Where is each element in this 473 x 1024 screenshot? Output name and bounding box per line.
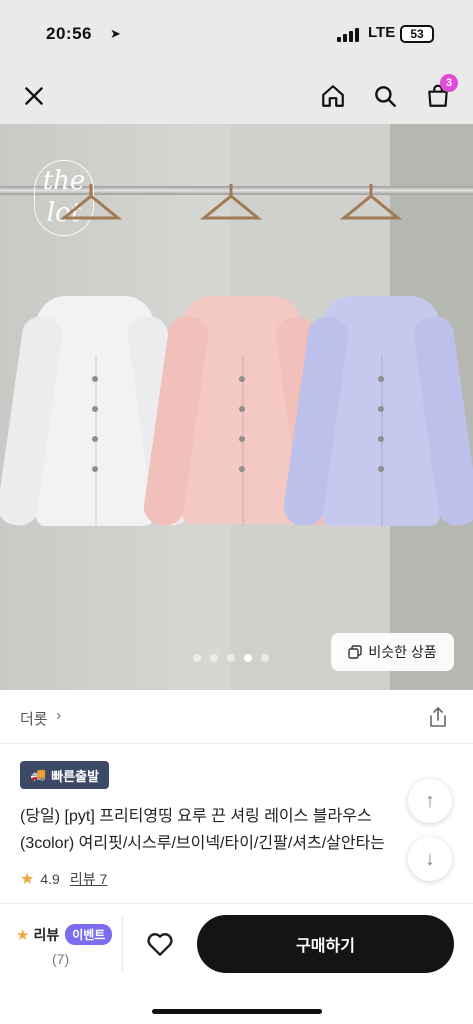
chevron-right-icon: › <box>56 707 62 724</box>
hanger-icon <box>59 184 123 220</box>
white-blouse <box>0 296 195 528</box>
arrow-down-icon: ↓ <box>425 847 435 870</box>
buy-button[interactable]: 구매하기 <box>197 915 454 973</box>
scroll-up-button[interactable]: ↑ <box>408 779 452 823</box>
star-icon: ★ <box>16 926 30 944</box>
location-arrow-icon: ➤ <box>110 26 121 41</box>
product-image-gallery[interactable]: the lot 비슷한 상품 <box>0 124 473 690</box>
star-icon: ★ <box>20 871 35 888</box>
pagination-dot[interactable] <box>210 654 218 662</box>
pagination-dot[interactable] <box>227 654 235 662</box>
truck-icon: 🚚 <box>30 767 47 782</box>
cart-count-badge: 3 <box>440 74 458 92</box>
scroll-down-button[interactable]: ↓ <box>408 837 452 881</box>
product-title-line2: (3color) 여리핏/시스루/브이넥/타이/긴팔/셔츠/살안타는 <box>20 835 386 852</box>
product-title-line1: (당일) [pyt] 프리티영띵 요루 끈 셔링 레이스 블라우스 <box>20 808 372 825</box>
review-summary-button[interactable]: ★ 리뷰 이벤트 (7) <box>16 924 126 974</box>
fast-shipping-label: 빠른출발 <box>51 768 100 784</box>
search-button[interactable] <box>367 78 403 114</box>
hanger-icon <box>199 184 263 220</box>
top-bar: 20:56 ➤ LTE 53 3 <box>0 0 473 124</box>
bottom-action-bar: ★ 리뷰 이벤트 (7) 구매하기 <box>0 903 473 1024</box>
home-icon <box>322 85 344 107</box>
brand-name-link[interactable]: 더롯 <box>20 708 48 729</box>
pagination-dot-active[interactable] <box>244 654 252 662</box>
gallery-pagination <box>193 654 269 662</box>
brand-row: 더롯 › <box>0 690 473 744</box>
divider <box>122 916 123 972</box>
nav-bar: 3 <box>0 70 473 124</box>
similar-products-label: 비슷한 상품 <box>368 644 437 660</box>
pagination-dot[interactable] <box>193 654 201 662</box>
pink-blouse <box>141 296 343 528</box>
home-indicator <box>152 1009 322 1014</box>
signal-icon <box>337 28 361 42</box>
reviews-link[interactable]: 리뷰 7 <box>70 869 107 889</box>
cart-button[interactable]: 3 <box>420 74 458 114</box>
battery-icon: 53 <box>400 25 434 43</box>
event-badge: 이벤트 <box>65 924 113 945</box>
pagination-dot[interactable] <box>261 654 269 662</box>
product-rating: ★ 4.9 리뷰 7 <box>20 869 107 889</box>
review-count: (7) <box>52 951 70 967</box>
status-bar: 20:56 ➤ LTE 53 <box>0 0 473 70</box>
rating-value: 4.9 <box>40 871 60 887</box>
close-button[interactable] <box>16 78 52 114</box>
review-label: 리뷰 <box>33 926 60 943</box>
lavender-blouse <box>281 296 473 528</box>
share-icon[interactable] <box>427 706 449 728</box>
heart-icon[interactable] <box>144 928 176 960</box>
home-button[interactable] <box>315 78 351 114</box>
copy-icon <box>348 645 363 659</box>
fast-shipping-badge: 🚚 빠른출발 <box>20 761 110 789</box>
hanger-icon <box>339 184 403 220</box>
product-title: (당일) [pyt] 프리티영띵 요루 끈 셔링 레이스 블라우스 (3colo… <box>20 803 420 857</box>
close-icon <box>25 87 43 105</box>
similar-products-button[interactable]: 비슷한 상품 <box>331 633 454 671</box>
status-time: 20:56 <box>46 24 92 43</box>
network-label: LTE <box>368 24 396 41</box>
arrow-up-icon: ↑ <box>425 789 435 812</box>
search-icon <box>375 86 396 107</box>
